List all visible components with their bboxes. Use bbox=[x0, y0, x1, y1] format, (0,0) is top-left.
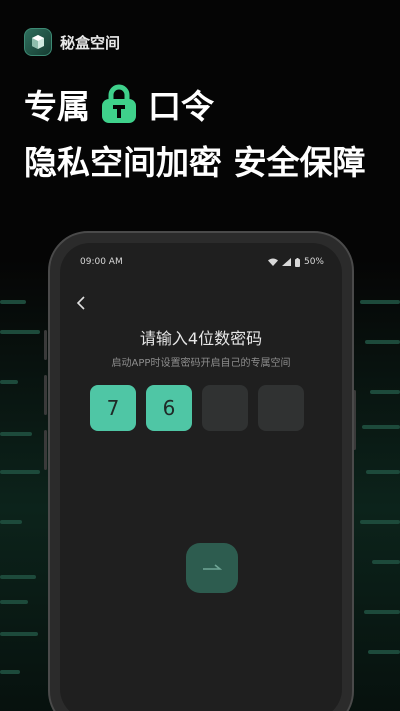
decor-stripe bbox=[365, 340, 400, 344]
app-badge: 秘盒空间 bbox=[24, 28, 120, 56]
signal-icon bbox=[281, 258, 291, 266]
decor-stripe bbox=[368, 650, 400, 654]
page-subtitle: 启动APP时设置密码开启自己的专属空间 bbox=[111, 358, 291, 369]
decor-stripe bbox=[0, 520, 22, 524]
decor-stripe bbox=[0, 432, 32, 436]
submit-button[interactable] bbox=[186, 543, 238, 593]
page-title: 请输入4位数密码 bbox=[139, 329, 263, 348]
lock-icon bbox=[100, 84, 138, 124]
phone-mockup: 09:00 AM 50% 请输入4位数密码 启动APP时设置密码开启自己的专属空… bbox=[48, 231, 354, 711]
headline-text-2: 口令 bbox=[148, 87, 214, 126]
decor-stripe bbox=[0, 600, 28, 604]
app-name: 秘盒空间 bbox=[60, 33, 121, 52]
pin-digit-4[interactable] bbox=[258, 385, 304, 431]
wifi-icon bbox=[267, 258, 278, 266]
decor-stripe bbox=[0, 380, 18, 384]
cube-icon bbox=[24, 28, 52, 56]
decor-stripe bbox=[0, 632, 38, 636]
decor-stripe bbox=[0, 330, 40, 334]
pin-digit-2[interactable]: 6 bbox=[146, 385, 192, 431]
decor-stripe bbox=[364, 610, 400, 614]
battery-icon bbox=[294, 257, 300, 267]
decor-stripe bbox=[362, 425, 400, 429]
status-time: 09:00 AM bbox=[80, 257, 123, 267]
pin-input[interactable]: 7 6 bbox=[90, 385, 304, 431]
chevron-left-icon[interactable] bbox=[74, 295, 90, 311]
status-icons: 50% bbox=[267, 257, 324, 267]
decor-stripe bbox=[360, 520, 400, 524]
headline-text-1: 专属 bbox=[24, 87, 90, 126]
decor-stripe bbox=[0, 670, 20, 674]
headline-line2: 隐私空间加密 安全保障 bbox=[24, 143, 366, 182]
decor-stripe bbox=[0, 575, 36, 579]
decor-stripe bbox=[372, 560, 400, 564]
phone-side-button bbox=[44, 375, 47, 415]
headline: 专属 口令 隐私空间加密 安全保障 bbox=[24, 82, 366, 182]
decor-stripe bbox=[0, 300, 26, 304]
decor-stripe bbox=[360, 300, 400, 304]
decor-stripe bbox=[0, 470, 40, 474]
arrow-right-icon bbox=[203, 564, 222, 570]
battery-level: 50% bbox=[303, 257, 324, 267]
decor-stripe bbox=[370, 390, 400, 394]
pin-digit-1[interactable]: 7 bbox=[90, 385, 136, 431]
headline-line1: 专属 口令 bbox=[24, 82, 366, 126]
pin-digit-3[interactable] bbox=[202, 385, 248, 431]
phone-side-button bbox=[44, 330, 47, 360]
phone-screen: 09:00 AM 50% 请输入4位数密码 启动APP时设置密码开启自己的专属空… bbox=[60, 243, 342, 711]
decor-stripe bbox=[366, 470, 400, 474]
phone-side-button bbox=[44, 430, 47, 470]
status-bar: 09:00 AM 50% bbox=[80, 257, 324, 267]
